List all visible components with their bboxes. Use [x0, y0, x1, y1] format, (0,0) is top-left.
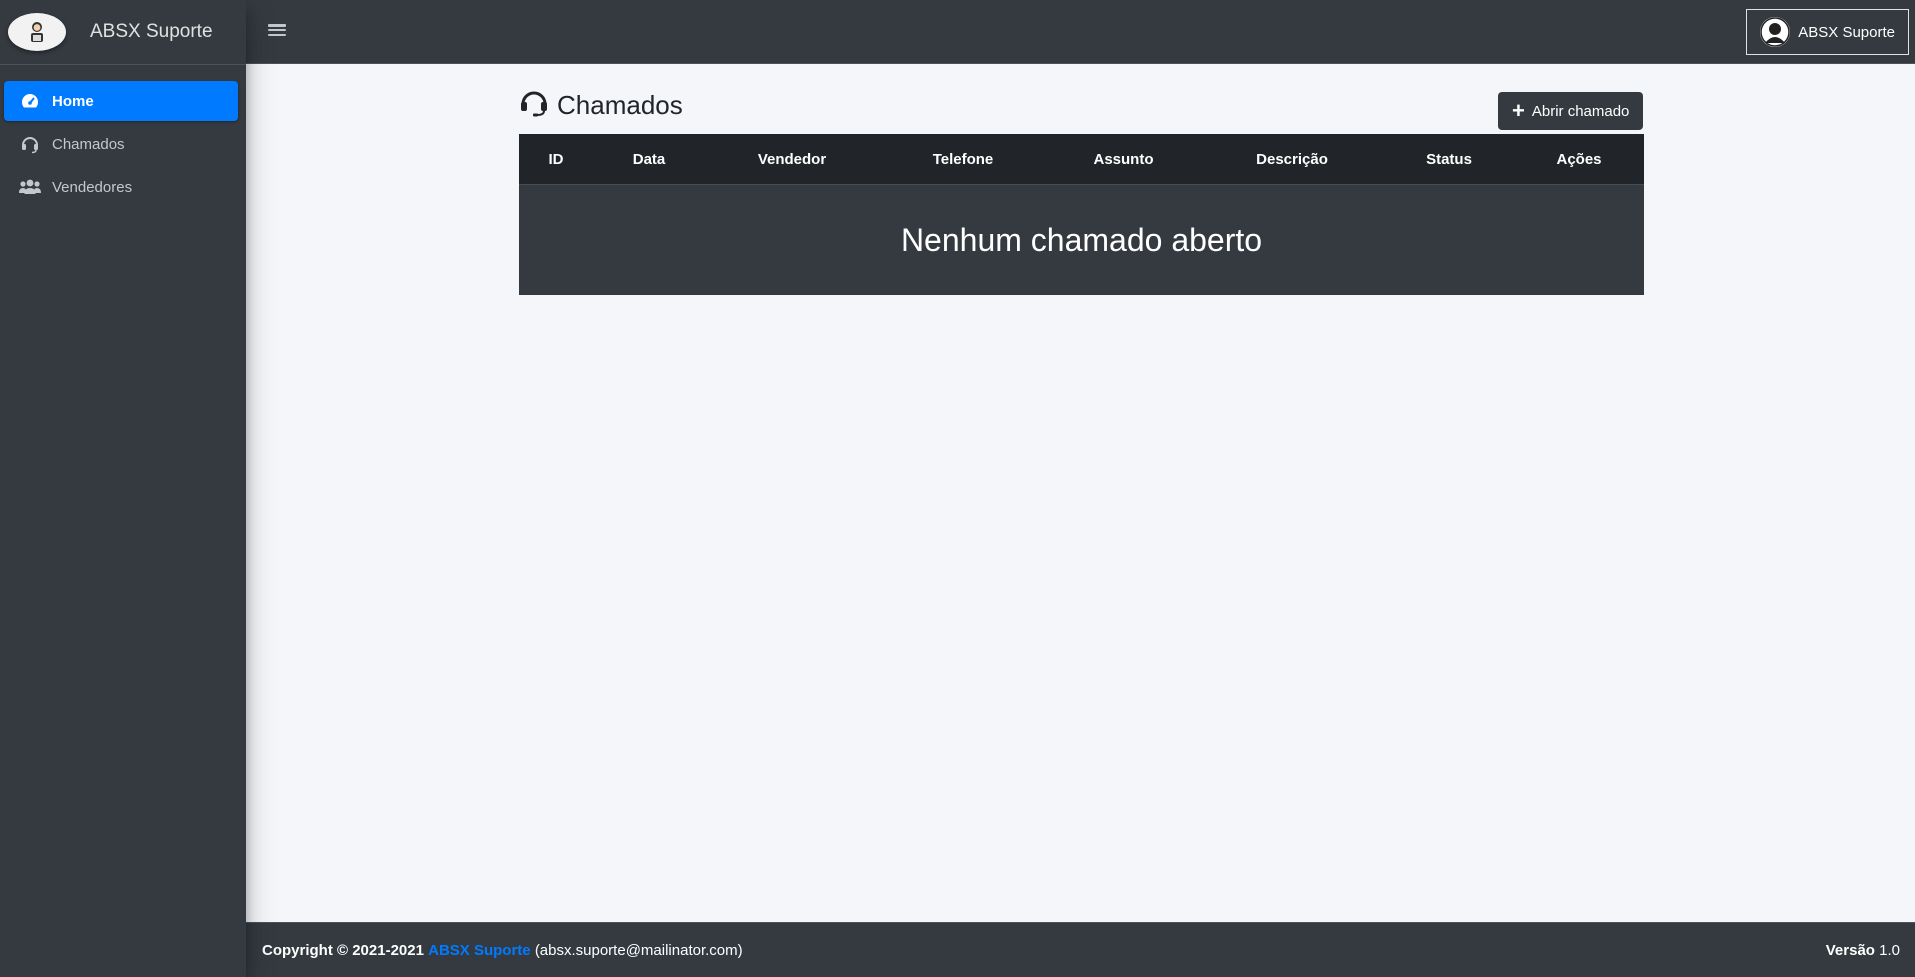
- footer-brand-link[interactable]: ABSX Suporte: [428, 942, 531, 959]
- sidebar-nav: Home Chamados Vendedores: [0, 65, 246, 207]
- page-title: Chamados: [557, 90, 683, 120]
- column-header-status[interactable]: Status: [1384, 134, 1514, 184]
- sidebar: ABSX Suporte Home Chamados Vendedores: [0, 0, 246, 977]
- open-ticket-button[interactable]: + Abrir chamado: [1498, 92, 1644, 130]
- user-avatar: [1760, 17, 1791, 47]
- table-header: ID Data Vendedor Telefone Assunto Descri…: [519, 134, 1644, 185]
- open-ticket-label: Abrir chamado: [1531, 102, 1630, 120]
- menu-toggle-icon[interactable]: [268, 22, 286, 38]
- tachometer-icon: [18, 91, 42, 111]
- footer-version: Versão 1.0: [1826, 942, 1900, 959]
- plus-icon: +: [1512, 98, 1525, 123]
- user-name: ABSX Suporte: [1798, 23, 1895, 41]
- tickets-table: ID Data Vendedor Telefone Assunto Descri…: [519, 134, 1644, 295]
- sidebar-item-label: Vendedores: [52, 178, 133, 196]
- sidebar-item-chamados[interactable]: Chamados: [4, 124, 238, 164]
- column-header-telefone[interactable]: Telefone: [879, 134, 1047, 184]
- column-header-assunto[interactable]: Assunto: [1047, 134, 1200, 184]
- user-menu-button[interactable]: ABSX Suporte: [1746, 9, 1909, 55]
- headset-icon: [519, 88, 549, 123]
- version-value: 1.0: [1879, 941, 1900, 959]
- footer-email: (absx.suporte@mailinator.com): [534, 941, 743, 959]
- footer-copyright: Copyright © 2021-2021 ABSX Suporte (absx…: [262, 942, 743, 959]
- main-content: Chamados + Abrir chamado ID Data Vendedo…: [246, 64, 1915, 922]
- brand-link[interactable]: ABSX Suporte: [0, 0, 246, 65]
- brand-logo: [8, 13, 66, 51]
- column-header-acoes[interactable]: Ações: [1514, 134, 1644, 184]
- footer: Copyright © 2021-2021 ABSX Suporte (absx…: [246, 922, 1915, 977]
- sidebar-item-vendedores[interactable]: Vendedores: [4, 167, 238, 207]
- headset-icon: [18, 134, 42, 154]
- column-header-data[interactable]: Data: [593, 134, 705, 184]
- sidebar-item-label: Home: [52, 92, 94, 110]
- sidebar-item-label: Chamados: [52, 135, 125, 153]
- copyright-text: Copyright © 2021-2021: [262, 941, 424, 959]
- brand-text: ABSX Suporte: [90, 21, 213, 42]
- sidebar-item-home[interactable]: Home: [4, 81, 238, 121]
- topbar: ABSX Suporte: [246, 0, 1915, 64]
- version-label: Versão: [1825, 941, 1875, 959]
- column-header-descricao[interactable]: Descrição: [1200, 134, 1384, 184]
- page-header: Chamados: [519, 88, 683, 123]
- column-header-vendedor[interactable]: Vendedor: [705, 134, 879, 184]
- users-icon: [18, 177, 42, 197]
- empty-state-message: Nenhum chamado aberto: [900, 221, 1263, 258]
- column-header-id[interactable]: ID: [519, 134, 593, 184]
